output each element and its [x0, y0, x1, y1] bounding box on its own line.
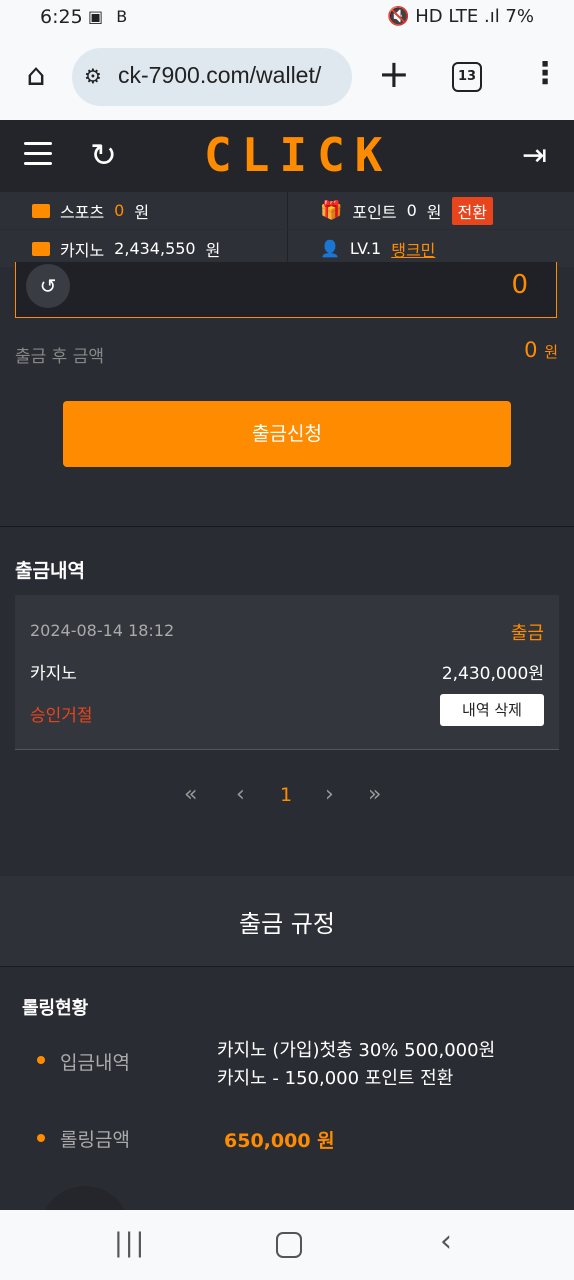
- after-amount-number: 0: [524, 338, 538, 362]
- home-icon[interactable]: ⌂: [20, 60, 52, 92]
- new-tab-icon[interactable]: +: [378, 54, 410, 94]
- point-value: 0: [406, 201, 417, 220]
- after-amount-value: 0 원: [524, 338, 558, 362]
- point-balance: 🎁 포인트 0 원 전환: [287, 192, 574, 229]
- deposit-line-1: 카지노 (가입)첫충 30% 500,000원: [217, 1040, 496, 1061]
- level-label: LV.1: [349, 239, 382, 258]
- first-page-button[interactable]: «: [184, 782, 197, 807]
- last-page-button[interactable]: »: [368, 782, 381, 807]
- status-time: 6:25: [40, 6, 83, 28]
- amount-value[interactable]: 0: [511, 270, 528, 300]
- history-amount: 2,430,000원: [441, 664, 544, 684]
- after-amount-unit: 원: [544, 343, 558, 361]
- history-status: 승인거절: [30, 706, 93, 726]
- casino-label: 카지노: [60, 240, 105, 260]
- wallet-icon: [32, 241, 50, 256]
- delete-history-button[interactable]: 내역 삭제: [440, 694, 544, 726]
- user-icon: 👤: [320, 239, 340, 258]
- tab-switcher-button[interactable]: 13: [452, 62, 482, 92]
- android-nav-bar: ||| ‹: [0, 1210, 574, 1280]
- point-label: 포인트: [352, 202, 397, 222]
- notification-icons: ▣ B: [88, 7, 132, 26]
- casino-value: 2,434,550: [114, 239, 196, 258]
- history-title: 출금내역: [15, 560, 85, 582]
- site-logo[interactable]: CLICK: [204, 128, 392, 182]
- rules-title: 출금 규정: [239, 910, 335, 938]
- convert-button[interactable]: 전환: [451, 196, 493, 225]
- prev-page-button[interactable]: ‹: [236, 782, 245, 807]
- gift-icon: 🎁: [320, 200, 343, 221]
- bullet-icon: [37, 1134, 45, 1142]
- home-nav-icon[interactable]: [276, 1232, 302, 1258]
- casino-unit: 원: [205, 240, 221, 260]
- sports-label: 스포츠: [60, 202, 105, 222]
- history-type: 출금: [510, 623, 544, 644]
- rolling-status-title: 롤링현황: [22, 998, 89, 1019]
- address-bar[interactable]: ⚙ ck-7900.com/wallet/: [72, 48, 352, 106]
- deposit-line-2: 카지노 - 150,000 포인트 전환: [217, 1068, 454, 1089]
- rolling-amount-label: 롤링금액: [60, 1129, 130, 1151]
- rolling-amount-value: 650,000 원: [224, 1130, 335, 1152]
- more-menu-icon[interactable]: ⋮: [530, 54, 560, 94]
- history-category: 카지노: [30, 664, 77, 684]
- point-unit: 원: [426, 202, 442, 222]
- current-page[interactable]: 1: [280, 784, 292, 806]
- rules-header: 출금 규정: [0, 876, 574, 967]
- history-date: 2024-08-14 18:12: [30, 621, 175, 640]
- app-header: ↻ CLICK ⇥: [0, 120, 574, 192]
- url-text[interactable]: ck-7900.com/wallet/: [118, 62, 321, 89]
- browser-toolbar: ⌂ ⚙ ck-7900.com/wallet/ + 13 ⋮: [0, 36, 574, 120]
- sports-value: 0: [114, 201, 125, 220]
- back-icon[interactable]: ‹: [440, 1224, 452, 1259]
- site-settings-icon[interactable]: ⚙: [84, 64, 102, 88]
- status-bar: 6:25 ▣ B 🔇 HD LTE .ıl 7%: [0, 0, 574, 36]
- hamburger-menu-icon[interactable]: [24, 142, 52, 172]
- recent-apps-icon[interactable]: |||: [114, 1228, 146, 1258]
- deposit-history-label: 입금내역: [60, 1052, 130, 1074]
- username-link[interactable]: 탱크민: [391, 237, 435, 261]
- next-page-button[interactable]: ›: [325, 782, 334, 807]
- section-divider: [0, 526, 574, 527]
- sports-balance: 스포츠 0 원: [0, 192, 287, 229]
- wallet-icon: [32, 203, 50, 218]
- after-amount-label: 출금 후 금액: [15, 347, 105, 367]
- balance-row-1: 스포츠 0 원 🎁 포인트 0 원 전환: [0, 192, 574, 229]
- reset-amount-icon[interactable]: ↺: [26, 264, 70, 308]
- bullet-icon: [37, 1056, 45, 1064]
- withdraw-amount-field[interactable]: ↺ 0: [15, 262, 557, 318]
- sports-unit: 원: [134, 202, 150, 222]
- status-indicators: 🔇 HD LTE .ıl 7%: [387, 6, 534, 27]
- withdraw-request-button[interactable]: 출금신청: [63, 401, 511, 467]
- logout-icon[interactable]: ⇥: [522, 138, 547, 173]
- history-item: 2024-08-14 18:12 출금 카지노 2,430,000원 승인거절 …: [15, 595, 559, 750]
- refresh-icon[interactable]: ↻: [90, 136, 117, 174]
